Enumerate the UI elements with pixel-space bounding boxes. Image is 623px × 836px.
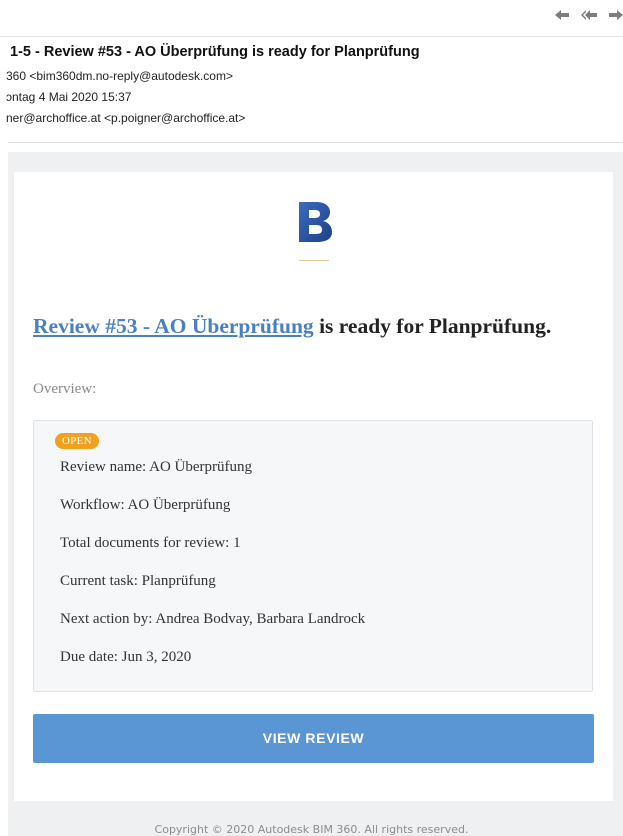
email-subject: 1-5 - Review #53 - AO Überprüfung is rea… (10, 44, 420, 60)
email-headline: Review #53 - AO Überprüfung is ready for… (33, 314, 551, 339)
email-from[interactable]: 360 <bim360dm.no-reply@autodesk.com> (6, 69, 233, 83)
detail-review-name: Review name: AO Überprüfung (60, 459, 253, 475)
forward-icon[interactable] (607, 9, 623, 25)
review-link[interactable]: Review #53 - AO Überprüfung (33, 314, 314, 338)
view-review-button[interactable]: VIEW REVIEW (33, 714, 594, 763)
logo-divider (299, 260, 329, 261)
detail-next-action: Next action by: Andrea Bodvay, Barbara L… (60, 611, 366, 627)
reply-all-icon[interactable] (580, 9, 598, 25)
email-date: ɔntag 4 Mai 2020 15:37 (6, 90, 132, 104)
headline-text: is ready for Planprüfung. (313, 314, 552, 338)
message-toolbar (0, 0, 623, 37)
bim360-logo-icon (299, 202, 332, 242)
detail-current-task: Current task: Planprüfung (60, 573, 216, 589)
reply-icon[interactable] (553, 9, 571, 25)
detail-workflow: Workflow: AO Überprüfung (60, 497, 231, 513)
review-details-box: OPEN Review name: AO Überprüfung Workflo… (33, 420, 593, 692)
email-to[interactable]: ner@archoffice.at <p.poigner@archoffice.… (6, 111, 245, 125)
header-divider (8, 142, 623, 143)
detail-total-documents: Total documents for review: 1 (60, 535, 241, 551)
footer-copyright: Copyright © 2020 Autodesk BIM 360. All r… (154, 823, 469, 836)
overview-label: Overview: (33, 381, 97, 397)
detail-due-date: Due date: Jun 3, 2020 (60, 649, 192, 665)
status-badge: OPEN (55, 433, 99, 449)
